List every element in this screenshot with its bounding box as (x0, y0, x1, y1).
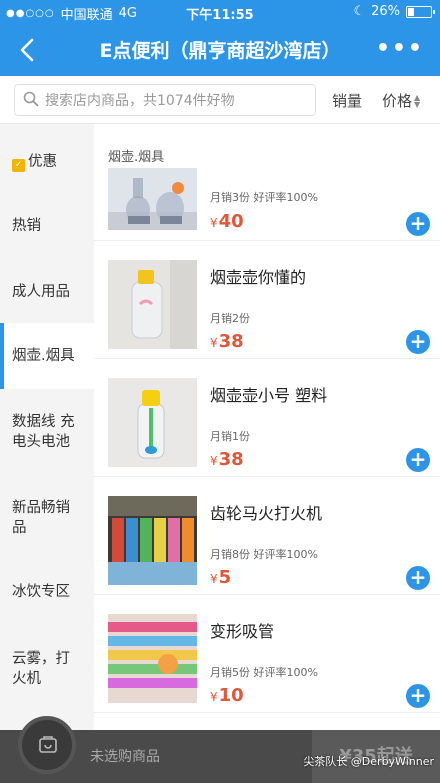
product-price: ¥40 (210, 211, 244, 232)
product-item[interactable]: 月销3份 好评率100% ¥40 + (94, 124, 440, 241)
add-to-cart-button[interactable]: + (406, 684, 430, 708)
search-icon (23, 91, 39, 107)
sidebar-item-label: 数据线 充电头电池 (12, 414, 75, 450)
currency-symbol: ¥ (210, 454, 218, 468)
sidebar-item-drinks[interactable]: 冰饮专区 (0, 582, 94, 602)
moon-icon: ☾ (353, 4, 366, 19)
sidebar-item-label: 烟壶.烟具 (12, 348, 75, 364)
product-stats: 月销2份 (210, 310, 250, 326)
sidebar-item-pipes[interactable]: 烟壶.烟具 (0, 323, 94, 389)
page-title: E点便利（鼎亨商超沙湾店） (99, 40, 341, 62)
product-item[interactable]: 齿轮马火打火机 月销8份 好评率100% ¥5 + (94, 478, 440, 595)
sidebar-item-label: 热销 (12, 218, 41, 234)
sidebar-item-adult[interactable]: 成人用品 (0, 282, 94, 302)
sidebar-item-label: 云雾，打火机 (12, 651, 70, 687)
product-item[interactable]: 烟壶壶小号 塑料 月销1份 ¥38 + (94, 360, 440, 477)
add-to-cart-button[interactable]: + (406, 566, 430, 590)
sidebar-item-discount[interactable]: ✓ 优惠 (0, 152, 94, 172)
more-icon[interactable]: ••• (376, 36, 424, 61)
product-price: ¥5 (210, 567, 231, 588)
add-to-cart-button[interactable]: + (406, 330, 430, 354)
sidebar-item-label: 新品畅销品 (12, 500, 70, 536)
price-value: 38 (218, 449, 244, 470)
product-image (108, 378, 197, 467)
product-stats: 月销3份 好评率100% (210, 189, 318, 205)
search-row: 销量 价格 ▲▼ (0, 76, 440, 124)
product-price: ¥10 (210, 685, 244, 706)
product-rating: 好评率100% (253, 548, 318, 561)
cart-button[interactable] (18, 716, 76, 774)
currency-symbol: ¥ (210, 690, 218, 704)
product-price: ¥38 (210, 449, 244, 470)
sidebar-item-hot[interactable]: 热销 (0, 216, 94, 236)
product-image (108, 260, 197, 349)
product-image (108, 496, 197, 585)
product-rating: 好评率100% (253, 666, 318, 679)
product-sales: 月销5份 (210, 666, 250, 679)
top-bar: ●●○○○ 中国联通 4G 下午11:55 ☾ 26% E点便利（鼎亨商超沙湾店… (0, 0, 440, 76)
product-stats: 月销1份 (210, 428, 250, 444)
price-value: 5 (218, 567, 232, 588)
product-sales: 月销3份 (210, 191, 250, 204)
product-name: 变形吸管 (210, 622, 275, 641)
category-sidebar: ✓ 优惠 热销 成人用品 烟壶.烟具 数据线 充电头电池 新品畅销品 冰饮专区 云… (0, 124, 94, 783)
sidebar-item-new[interactable]: 新品畅销品 (0, 498, 94, 538)
search-input[interactable] (45, 89, 313, 113)
sort-by-sales-button[interactable]: 销量 (332, 90, 362, 111)
battery-icon (406, 5, 435, 18)
product-sales: 月销1份 (210, 430, 250, 443)
sidebar-item-label: 冰饮专区 (12, 584, 70, 600)
product-image (108, 614, 197, 703)
product-list: 烟壶.烟具 月销3份 好评率100% ¥40 + 烟壶壶你懂的 月销2份 ¥38… (94, 124, 440, 730)
price-value: 38 (218, 331, 244, 352)
sidebar-item-label: 成人用品 (12, 284, 70, 300)
price-value: 10 (218, 685, 244, 706)
product-name: 烟壶壶你懂的 (210, 268, 307, 287)
nav-bar: E点便利（鼎亨商超沙湾店） ••• (0, 24, 440, 76)
sort-arrows-icon: ▲ ▼ (414, 92, 421, 109)
back-icon[interactable] (12, 34, 44, 66)
product-image (108, 168, 197, 230)
product-item[interactable]: 变形吸管 月销5份 好评率100% ¥10 + (94, 596, 440, 713)
product-name: 齿轮马火打火机 (210, 504, 323, 523)
cart-icon (39, 736, 57, 753)
sort-price-label: 价格 (382, 92, 413, 110)
watermark: 尖茶队长 @DerbyWinner (303, 755, 434, 768)
sidebar-item-label: 优惠 (28, 154, 57, 170)
discount-tag-icon: ✓ (12, 159, 25, 172)
sort-by-price-button[interactable]: 价格 ▲ ▼ (382, 90, 420, 111)
currency-symbol: ¥ (210, 572, 218, 586)
cart-status-text: 未选购商品 (90, 749, 160, 765)
battery-percent: 26% (371, 4, 400, 19)
product-item[interactable]: 烟壶壶你懂的 月销2份 ¥38 + (94, 242, 440, 359)
currency-symbol: ¥ (210, 216, 218, 230)
product-stats: 月销5份 好评率100% (210, 664, 318, 680)
sidebar-item-lighters[interactable]: 云雾，打火机 (0, 649, 94, 689)
sidebar-item-cables[interactable]: 数据线 充电头电池 (0, 412, 94, 452)
product-price: ¥38 (210, 331, 244, 352)
product-sales: 月销2份 (210, 312, 250, 325)
add-to-cart-button[interactable]: + (406, 212, 430, 236)
add-to-cart-button[interactable]: + (406, 448, 430, 472)
product-sales: 月销8份 (210, 548, 250, 561)
product-name: 烟壶壶小号 塑料 (210, 386, 328, 405)
status-bar: ●●○○○ 中国联通 4G 下午11:55 ☾ 26% (0, 0, 440, 24)
price-value: 40 (218, 211, 244, 232)
product-stats: 月销8份 好评率100% (210, 546, 318, 562)
product-rating: 好评率100% (253, 191, 318, 204)
currency-symbol: ¥ (210, 336, 218, 350)
search-box[interactable] (14, 84, 316, 116)
